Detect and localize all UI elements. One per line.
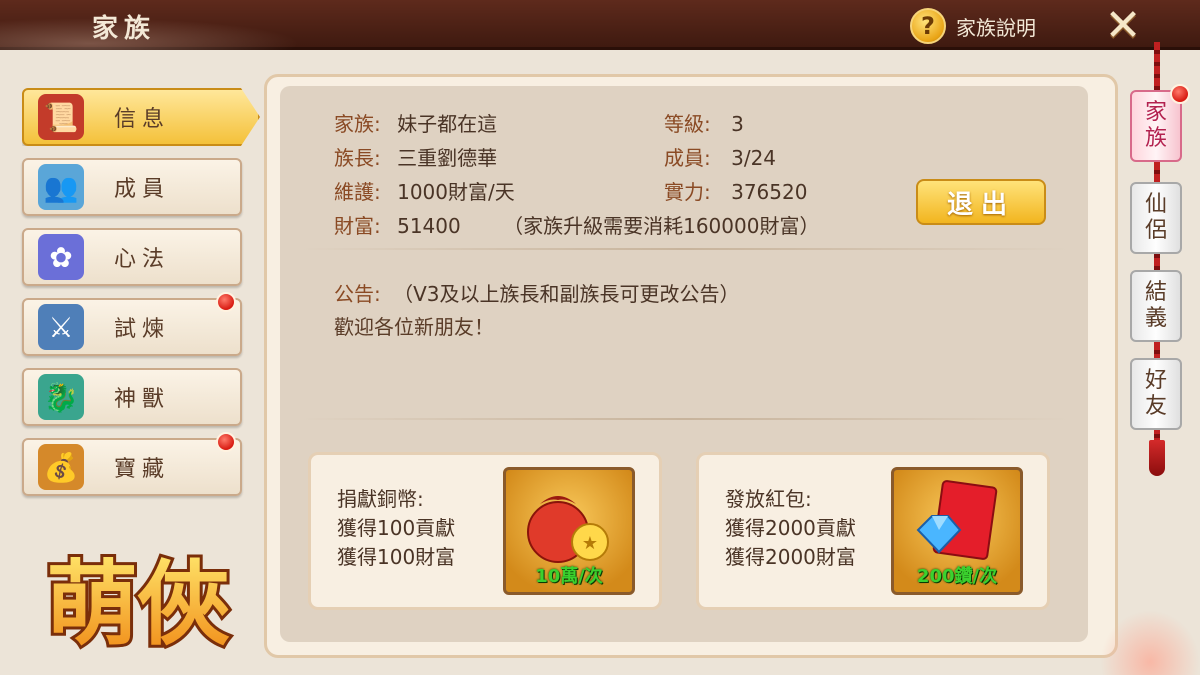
notice-text: 歡迎各位新朋友！ — [334, 315, 494, 339]
tab-info[interactable]: 📜 信息 — [22, 88, 260, 146]
dragon-icon: 🐉 — [38, 374, 84, 420]
coin-bag-icon: ★ — [527, 496, 609, 563]
level-row: 等級: 3 — [664, 112, 744, 136]
leader-row: 族長: 三重劉德華 — [334, 146, 498, 170]
tab-label: 寶藏 — [114, 457, 171, 482]
upkeep-row: 維護: 1000財富/天 — [334, 180, 515, 204]
tab-label: 信息 — [114, 107, 171, 132]
card-title: 發放紅包: — [725, 487, 812, 511]
card-reward: 獲得2000財富 — [725, 545, 856, 569]
notification-badge — [1170, 84, 1190, 104]
tab-treasure[interactable]: 💰 寶藏 — [22, 432, 242, 496]
notice-header: 公告: （V3及以上族長和副族長可更改公告） — [334, 282, 740, 306]
card-reward: 獲得100財富 — [337, 545, 456, 569]
notice-hint: （V3及以上族長和副族長可更改公告） — [393, 282, 740, 306]
member-count: 3/24 — [731, 146, 777, 170]
right-tab-label: 家族 — [1144, 100, 1167, 151]
tassel-decoration — [1149, 440, 1165, 476]
close-button[interactable]: ✕ — [1100, 0, 1146, 51]
card-reward: 獲得100貢獻 — [337, 516, 456, 540]
donate-coins-button[interactable]: ★ 10萬/次 — [503, 467, 635, 595]
tab-label: 試煉 — [114, 317, 171, 342]
right-tab-label: 好友 — [1144, 368, 1167, 419]
svg-text:★: ★ — [582, 533, 598, 554]
divider — [300, 418, 1070, 420]
members-icon: 👥 — [38, 164, 84, 210]
right-tab-sworn[interactable]: 結義 — [1130, 270, 1182, 342]
red-envelope-card: 發放紅包: 獲得2000貢獻 獲得2000財富 200鑽/次 — [696, 452, 1050, 610]
power-value: 376520 — [731, 180, 808, 204]
price-label: 200鑽/次 — [916, 566, 998, 587]
help-label: 家族說明 — [956, 15, 1036, 40]
family-level: 3 — [731, 112, 744, 136]
family-name-row: 家族: 妹子都在這 — [334, 112, 498, 136]
page-title: 家族 — [92, 14, 157, 44]
tab-label: 心法 — [114, 247, 171, 272]
scroll-icon: 📜 — [38, 94, 84, 140]
card-reward: 獲得2000貢獻 — [725, 516, 856, 540]
notification-badge — [216, 432, 236, 452]
top-bar: 家族 ? 家族說明 ✕ — [0, 0, 1200, 51]
tab-skills[interactable]: ✿ 心法 — [22, 228, 242, 286]
close-icon: ✕ — [1104, 0, 1142, 51]
wealth-row: 財富: 51400 （家族升級需要消耗160000財富） — [334, 214, 820, 238]
leader-name: 三重劉德華 — [397, 146, 498, 170]
tab-members[interactable]: 👥 成員 — [22, 158, 242, 216]
right-tab-label: 結義 — [1144, 280, 1167, 331]
notification-badge — [216, 292, 236, 312]
tab-beast[interactable]: 🐉 神獸 — [22, 368, 242, 426]
lotus-icon: ✿ — [38, 234, 84, 280]
donate-coins-card: 捐獻銅幣: 獲得100貢獻 獲得100財富 ★ 10萬/次 — [308, 452, 662, 610]
treasure-chest-icon: 💰 — [38, 444, 84, 490]
sword-icon: ⚔ — [38, 304, 84, 350]
svg-text:萌俠: 萌俠 — [46, 551, 230, 658]
divider — [300, 248, 1070, 250]
members-row: 成員: 3/24 — [664, 146, 777, 170]
exit-family-button[interactable]: 退出 — [916, 179, 1046, 225]
tab-label: 成員 — [114, 177, 171, 202]
upgrade-note: （家族升級需要消耗160000財富） — [503, 214, 820, 238]
red-envelope-icon — [916, 480, 998, 560]
question-icon: ? — [910, 8, 946, 44]
lotus-decoration — [1100, 610, 1200, 675]
card-title: 捐獻銅幣: — [337, 487, 424, 511]
right-tab-partner[interactable]: 仙侶 — [1130, 182, 1182, 254]
game-logo: 萌俠 — [20, 528, 256, 668]
upkeep-value: 1000財富/天 — [397, 180, 515, 204]
power-row: 實力: 376520 — [664, 180, 808, 204]
tab-trial[interactable]: ⚔ 試煉 — [22, 292, 242, 356]
price-label: 10萬/次 — [535, 566, 603, 587]
right-tab-friends[interactable]: 好友 — [1130, 358, 1182, 430]
right-tab-family[interactable]: 家族 — [1130, 84, 1190, 162]
family-help-button[interactable]: ? 家族說明 — [910, 7, 1036, 45]
right-tab-label: 仙侶 — [1144, 192, 1167, 243]
wealth-value: 51400 — [397, 214, 461, 238]
tab-label: 神獸 — [114, 387, 171, 412]
family-name: 妹子都在這 — [397, 112, 498, 136]
red-envelope-button[interactable]: 200鑽/次 — [891, 467, 1023, 595]
